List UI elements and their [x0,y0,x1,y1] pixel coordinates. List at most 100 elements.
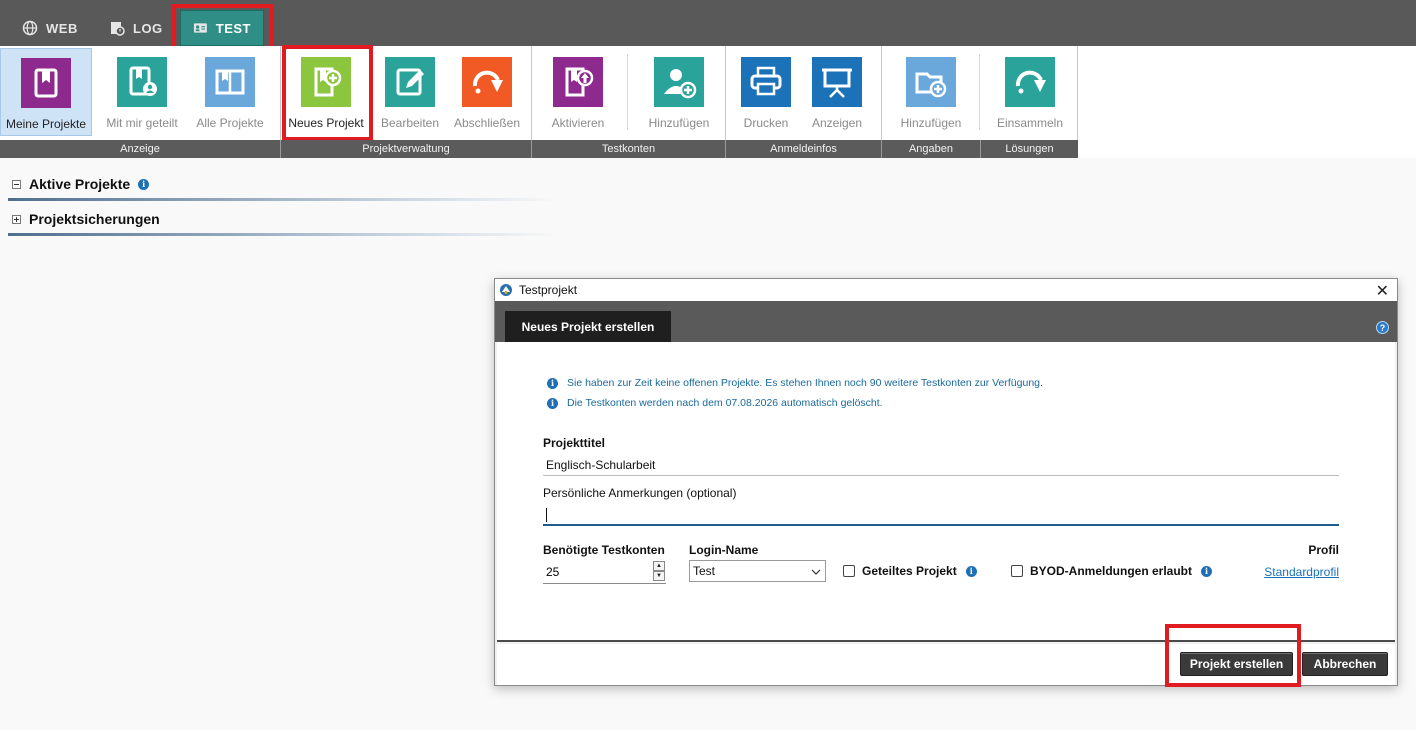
section-header-backups[interactable]: Projektsicherungen [8,211,558,227]
accounts-label: Benötigte Testkonten [543,543,665,557]
ribbon-button-aktivieren[interactable]: Aktivieren [542,48,614,136]
ribbon-button-drucken[interactable]: Drucken [734,48,798,136]
dialog-footer: Projekt erstellen Abbrechen [497,644,1395,685]
login-name-value: Test [693,564,716,578]
section-header-active[interactable]: Aktive Projekte i [8,176,558,192]
top-tab-bar: WEB LOG TEST [0,0,1416,46]
ribbon-button-label: Drucken [743,116,789,130]
tab-test-label: TEST [215,20,251,36]
ribbon-button-label: Anzeigen [811,116,863,130]
info-icon: i [547,377,558,389]
tab-log-label: LOG [133,20,163,36]
section-active-projects: Aktive Projekte i [8,176,558,201]
text-cursor [546,508,547,522]
stepper-up-icon[interactable]: ▲ [653,561,665,571]
profile-label: Profil [1308,543,1339,557]
login-name-select[interactable]: Test [689,560,826,582]
section-title-backups: Projektsicherungen [29,211,160,227]
ribbon-button-label: Mit mir geteilt [106,116,178,130]
login-name-label: Login-Name [689,543,759,557]
section-project-backups: Projektsicherungen [8,211,558,236]
ribbon-button-hinzufuegen-testkonten[interactable]: Hinzufügen [640,48,718,136]
collapse-icon[interactable] [12,179,21,189]
dialog-body: i Sie haben zur Zeit keine offenen Proje… [497,342,1395,642]
ribbon-button-einsammeln[interactable]: Einsammeln [990,48,1070,136]
close-icon[interactable]: ✕ [1376,281,1389,301]
group-label-testkonten: Testkonten [601,143,656,155]
tab-web[interactable]: WEB [10,10,90,46]
ribbon-button-label: Neues Projekt [288,116,364,130]
ribbon-button-label: Hinzufügen [900,116,962,130]
info-message-text: Sie haben zur Zeit keine offenen Projekt… [567,377,1043,389]
ribbon-button-anzeigen[interactable]: Anzeigen [804,48,870,136]
tab-log[interactable]: LOG [97,10,175,46]
ribbon-button-meine-projekte[interactable]: Meine Projekte [0,48,92,136]
tab-test[interactable]: TEST [180,10,264,46]
info-icon[interactable]: i [965,565,977,577]
group-label-anzeige: Anzeige [120,143,160,155]
all-projects-icon [205,57,255,107]
project-title-label: Projekttitel [543,436,606,450]
ribbon-button-label: Alle Projekte [196,116,264,130]
stepper-down-icon[interactable]: ▼ [653,571,665,581]
info-icon[interactable]: i [138,178,150,190]
notes-input[interactable] [543,504,1339,526]
profile-link[interactable]: Standardprofil [1264,565,1339,579]
section-underline [8,233,558,236]
ribbon-inner-separator [979,54,980,130]
info-message: i Die Testkonten werden nach dem 07.08.2… [547,397,883,409]
log-icon [111,22,125,36]
shared-project-checkbox-row[interactable]: Geteiltes Projekt i [843,564,977,578]
shared-project-label: Geteiltes Projekt [862,564,957,578]
section-title-active: Aktive Projekte [29,176,131,192]
tab-web-label: WEB [46,20,78,36]
byod-checkbox-row[interactable]: BYOD-Anmeldungen erlaubt i [1011,564,1213,578]
dialog-testprojekt: Testprojekt ✕ Neues Projekt erstellen ? … [494,278,1398,686]
chevron-down-icon [811,569,821,575]
presentation-icon [812,57,862,107]
dialog-window-title: Testprojekt [519,283,578,297]
group-label-angaben: Angaben [908,143,954,155]
accounts-stepper[interactable]: 25 ▲ ▼ [543,560,666,584]
ribbon-button-hinzufuegen-angaben[interactable]: Hinzufügen [892,48,970,136]
print-icon [741,57,791,107]
new-project-icon [301,57,351,107]
cancel-button[interactable]: Abbrechen [1302,652,1388,676]
ribbon-button-alle-projekte[interactable]: Alle Projekte [184,48,276,136]
accounts-value: 25 [546,565,560,579]
activate-icon [553,57,603,107]
project-title-input[interactable]: Englisch-Schularbeit [543,454,1339,476]
app-icon [500,284,512,296]
ribbon-button-label: Meine Projekte [5,117,87,131]
tab-neues-projekt-erstellen[interactable]: Neues Projekt erstellen [505,311,671,342]
test-card-icon [193,23,207,33]
help-icon[interactable]: ? [1376,321,1389,334]
project-title-value: Englisch-Schularbeit [546,458,656,472]
group-label-loesungen: Lösungen [1005,143,1054,155]
ribbon-button-label: Hinzufügen [648,116,710,130]
info-icon: i [547,397,558,409]
group-label-projektverwaltung: Projektverwaltung [362,143,450,155]
byod-checkbox[interactable] [1011,565,1023,577]
ribbon-button-mit-mir-geteilt[interactable]: Mit mir geteilt [96,48,188,136]
expand-icon[interactable] [12,214,21,224]
info-icon[interactable]: i [1201,565,1213,577]
dialog-header: Neues Projekt erstellen [495,301,1397,342]
group-label-anmeldeinfos: Anmeldeinfos [770,143,837,155]
add-folder-icon [906,57,956,107]
globe-icon [22,20,38,36]
finish-icon [462,57,512,107]
ribbon-button-bearbeiten[interactable]: Bearbeiten [374,48,446,136]
ribbon-button-neues-projekt[interactable]: Neues Projekt [284,48,368,136]
ribbon-button-label: Abschließen [453,116,521,130]
add-user-icon [654,57,704,107]
ribbon-empty-area [1078,46,1416,158]
shared-project-checkbox[interactable] [843,565,855,577]
ribbon-inner-separator [627,54,628,130]
info-message-text: Die Testkonten werden nach dem 07.08.202… [567,397,883,409]
notes-label: Persönliche Anmerkungen (optional) [543,486,737,500]
ribbon-button-abschliessen[interactable]: Abschließen [450,48,524,136]
create-project-button[interactable]: Projekt erstellen [1180,652,1293,676]
shared-with-me-icon [117,57,167,107]
dialog-titlebar: Testprojekt ✕ [495,279,1397,301]
